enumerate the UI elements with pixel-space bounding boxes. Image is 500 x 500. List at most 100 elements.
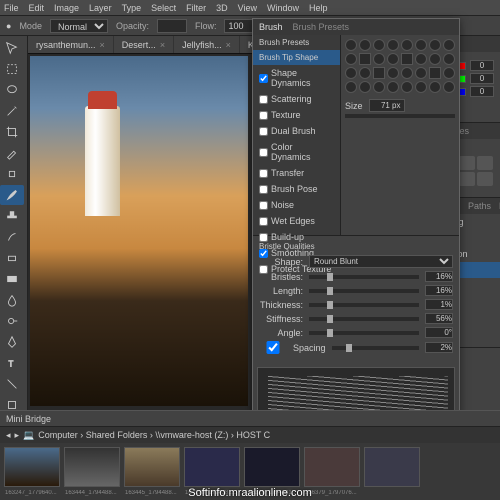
dodge-tool[interactable] [0, 311, 24, 331]
opt-wet-edges[interactable]: Wet Edges [253, 213, 340, 229]
thumbnail[interactable] [184, 447, 240, 487]
brush-tip[interactable] [429, 81, 441, 93]
brush-tip[interactable] [373, 53, 385, 65]
brush-tip[interactable] [443, 81, 455, 93]
mini-bridge-title[interactable]: Mini Bridge [6, 414, 51, 424]
stamp-tool[interactable] [0, 206, 24, 226]
stiffness-input[interactable] [425, 313, 453, 324]
opt-brush-pose[interactable]: Brush Pose [253, 181, 340, 197]
healing-tool[interactable] [0, 164, 24, 184]
opt-dual-brush[interactable]: Dual Brush [253, 123, 340, 139]
lasso-tool[interactable] [0, 80, 24, 100]
brush-tip[interactable] [387, 81, 399, 93]
brush-tip[interactable] [415, 39, 427, 51]
gradient-tool[interactable] [0, 269, 24, 289]
tab-brush-presets[interactable]: Brush Presets [293, 22, 350, 32]
back-icon[interactable]: ◂ [6, 430, 11, 441]
menu-image[interactable]: Image [54, 3, 79, 13]
brush-tip[interactable] [401, 53, 413, 65]
brush-tip[interactable] [443, 67, 455, 79]
brush-tip[interactable] [387, 39, 399, 51]
thumbnail[interactable] [304, 447, 360, 487]
invert-icon[interactable] [459, 172, 475, 186]
brush-tip[interactable] [429, 67, 441, 79]
shape-select[interactable]: Round Blunt [309, 255, 453, 268]
b-input[interactable] [470, 86, 494, 97]
thumbnail[interactable] [364, 447, 420, 487]
posterize-icon[interactable] [477, 172, 493, 186]
menu-edit[interactable]: Edit [29, 3, 45, 13]
menu-file[interactable]: File [4, 3, 19, 13]
brush-tip[interactable] [359, 53, 371, 65]
opt-tip-shape[interactable]: Brush Tip Shape [253, 50, 340, 65]
bristles-slider[interactable] [309, 275, 419, 279]
opt-scattering[interactable]: Scattering [253, 91, 340, 107]
menu-filter[interactable]: Filter [186, 3, 206, 13]
brush-tip[interactable] [429, 53, 441, 65]
tab-2[interactable]: Jellyfish...× [174, 36, 239, 53]
menu-view[interactable]: View [238, 3, 257, 13]
brush-tip[interactable] [415, 53, 427, 65]
opacity-input[interactable] [157, 19, 187, 33]
length-slider[interactable] [309, 289, 419, 293]
thumbnail[interactable] [124, 447, 180, 487]
brush-tip[interactable] [443, 39, 455, 51]
brush-tip[interactable] [401, 81, 413, 93]
brush-tip[interactable] [415, 81, 427, 93]
bristles-input[interactable] [425, 271, 453, 282]
menu-type[interactable]: Type [122, 3, 142, 13]
vibrance-icon[interactable] [459, 156, 475, 170]
brush-tip[interactable] [373, 39, 385, 51]
computer-icon[interactable]: 💻 [23, 430, 34, 441]
spacing-slider[interactable] [332, 346, 419, 350]
menu-3d[interactable]: 3D [216, 3, 228, 13]
wand-tool[interactable] [0, 101, 24, 121]
menu-layer[interactable]: Layer [89, 3, 112, 13]
menu-help[interactable]: Help [309, 3, 328, 13]
mode-select[interactable]: Normal [50, 19, 108, 33]
brush-tip[interactable] [359, 81, 371, 93]
spacing-checkbox[interactable] [259, 341, 287, 354]
thumbnail[interactable] [64, 447, 120, 487]
opt-texture[interactable]: Texture [253, 107, 340, 123]
menu-select[interactable]: Select [151, 3, 176, 13]
pen-tool[interactable] [0, 332, 24, 352]
thickness-slider[interactable] [309, 303, 419, 307]
breadcrumb[interactable]: Computer › Shared Folders › \\vmware-hos… [38, 430, 270, 440]
tab-0[interactable]: rysanthemun...× [28, 36, 113, 53]
thumbnail[interactable] [244, 447, 300, 487]
brush-tip[interactable] [359, 39, 371, 51]
document-canvas[interactable] [30, 56, 248, 406]
angle-input[interactable] [425, 327, 453, 338]
tab-brush[interactable]: Brush [259, 22, 283, 32]
opt-noise[interactable]: Noise [253, 197, 340, 213]
type-tool[interactable]: T [0, 353, 24, 373]
close-icon[interactable]: × [160, 40, 165, 50]
r-input[interactable] [470, 60, 494, 71]
thickness-input[interactable] [425, 299, 453, 310]
eraser-tool[interactable] [0, 248, 24, 268]
tab-1[interactable]: Desert...× [114, 36, 173, 53]
hue-icon[interactable] [477, 156, 493, 170]
brush-tip[interactable] [387, 53, 399, 65]
thumbnail[interactable] [4, 447, 60, 487]
stiffness-slider[interactable] [309, 317, 419, 321]
brush-tip[interactable] [387, 67, 399, 79]
tab-paths[interactable]: Paths [468, 201, 491, 211]
angle-slider[interactable] [309, 331, 419, 335]
size-slider[interactable] [345, 114, 455, 118]
brush-tip[interactable] [415, 67, 427, 79]
eyedropper-tool[interactable] [0, 143, 24, 163]
path-tool[interactable] [0, 374, 24, 394]
brush-tip[interactable] [359, 67, 371, 79]
menu-window[interactable]: Window [267, 3, 299, 13]
brush-tool[interactable] [0, 185, 24, 205]
brush-tip[interactable] [345, 81, 357, 93]
move-tool[interactable] [0, 38, 24, 58]
crop-tool[interactable] [0, 122, 24, 142]
brush-tip[interactable] [429, 39, 441, 51]
opt-color-dynamics[interactable]: Color Dynamics [253, 139, 340, 165]
history-brush-tool[interactable] [0, 227, 24, 247]
brush-preset-icon[interactable]: ● [6, 21, 11, 31]
brush-tip[interactable] [443, 53, 455, 65]
